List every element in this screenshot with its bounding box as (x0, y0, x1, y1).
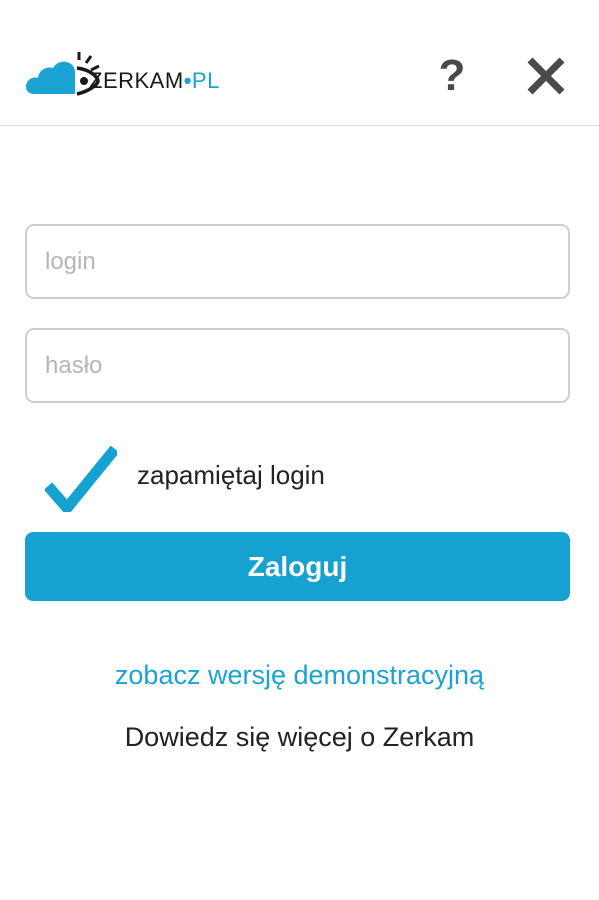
help-button[interactable]: ? (432, 52, 472, 100)
logo-tld: PL (191, 68, 220, 93)
checkmark-icon (45, 446, 117, 512)
learn-more-link[interactable]: Dowiedz się więcej o Zerkam (0, 722, 599, 753)
app-header: ZERKAM•PL ? (0, 0, 599, 126)
password-input[interactable] (25, 328, 570, 403)
remember-login-label: zapamiętaj login (137, 460, 325, 490)
logo-brand: ZERKAM (89, 68, 184, 93)
remember-login-checkbox[interactable]: zapamiętaj login (45, 446, 445, 512)
login-input[interactable] (25, 224, 570, 299)
close-icon (527, 57, 565, 95)
close-button[interactable] (524, 52, 568, 100)
logo-separator: • (183, 68, 192, 93)
login-button[interactable]: Zaloguj (25, 532, 570, 601)
demo-version-link[interactable]: zobacz wersję demonstracyjną (0, 660, 599, 691)
logo-wordmark: ZERKAM•PL (89, 68, 220, 94)
question-mark-icon: ? (438, 51, 466, 100)
